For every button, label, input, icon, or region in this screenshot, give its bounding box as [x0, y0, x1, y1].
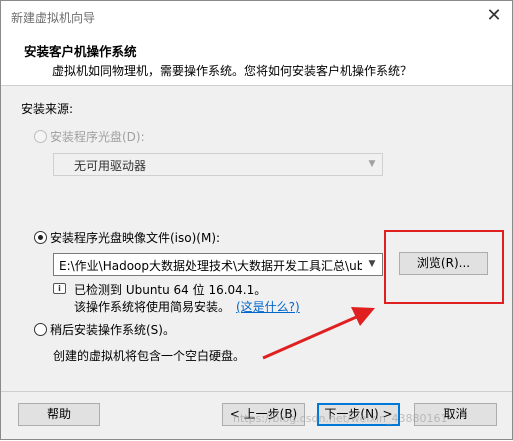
install-source-label: 安装来源:: [21, 102, 74, 116]
annotation-highlight-box: [384, 230, 504, 304]
drive-select[interactable]: 无可用驱动器 ▼: [53, 153, 383, 176]
iso-radio[interactable]: [34, 231, 47, 244]
page-title: 安装客户机操作系统: [24, 44, 137, 59]
chevron-down-icon: ▼: [368, 159, 376, 169]
help-button[interactable]: 帮助: [18, 403, 100, 426]
iso-path-value: E:\作业\Hadoop大数据处理技术\大数据开发工具汇总\ubu: [59, 259, 362, 273]
title-bar: 新建虚拟机向导 ✕: [1, 1, 512, 31]
new-vm-wizard-dialog: 新建虚拟机向导 ✕ 安装客户机操作系统 虚拟机如同物理机，需要操作系统。您将如何…: [0, 0, 513, 440]
disc-radio[interactable]: [34, 130, 47, 143]
iso-radio-label: 安装程序光盘映像文件(iso)(M):: [50, 231, 221, 245]
close-icon[interactable]: ✕: [482, 5, 506, 27]
blank-disk-text: 创建的虚拟机将包含一个空白硬盘。: [53, 349, 246, 363]
drive-select-value: 无可用驱动器: [74, 159, 147, 173]
footer-separator: [1, 391, 512, 392]
watermark-text: https://blog.csdn.net/weixin_43880161: [233, 412, 448, 425]
easy-install-text: 该操作系统将使用简易安装。: [74, 300, 231, 314]
what-is-this-link[interactable]: (这是什么?): [236, 298, 300, 315]
install-later-radio[interactable]: [34, 323, 47, 336]
page-subtitle: 虚拟机如同物理机，需要操作系统。您将如何安装客户机操作系统？: [52, 64, 413, 78]
iso-path-combo[interactable]: E:\作业\Hadoop大数据处理技术\大数据开发工具汇总\ubu ▼: [53, 253, 383, 276]
detected-os-text: 已检测到 Ubuntu 64 位 16.04.1。: [74, 283, 267, 297]
chevron-down-icon: ▼: [368, 259, 376, 269]
wizard-header: 安装客户机操作系统 虚拟机如同物理机，需要操作系统。您将如何安装客户机操作系统？: [1, 31, 512, 86]
window-title: 新建虚拟机向导: [11, 11, 96, 25]
info-icon: i: [53, 283, 66, 294]
install-later-label: 稍后安装操作系统(S)。: [50, 323, 175, 337]
disc-radio-label: 安装程序光盘(D):: [50, 130, 145, 144]
